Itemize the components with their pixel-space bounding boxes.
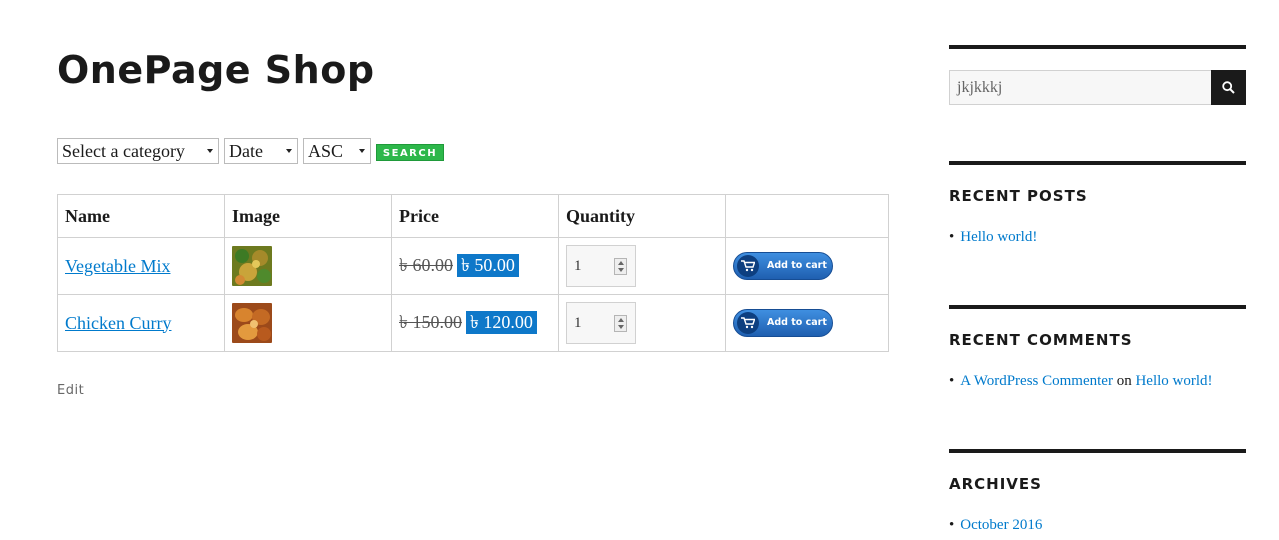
header-name: Name [57, 194, 225, 238]
dropdown-arrow-icon [359, 149, 365, 153]
order-select[interactable]: ASC [303, 138, 371, 164]
widget-divider [949, 305, 1246, 309]
widget-divider [949, 45, 1246, 49]
quantity-value: 1 [574, 315, 582, 331]
recent-comments-title: RECENT COMMENTS [949, 331, 1133, 349]
add-to-cart-button[interactable]: Add to cart [733, 252, 833, 280]
order-select-value: ASC [308, 141, 344, 161]
number-spinner-icon[interactable] [614, 315, 627, 332]
recent-posts-list: Hello world! [949, 229, 1037, 246]
table-row: Chicken Curry ৳ 150.00 ৳ 120.00 1 Add to… [57, 294, 889, 352]
search-input[interactable]: jkjkkkj [949, 70, 1212, 105]
dropdown-arrow-icon [286, 149, 292, 153]
product-link[interactable]: Vegetable Mix [65, 256, 170, 276]
comment-post-link[interactable]: Hello world! [1135, 373, 1212, 389]
widget-divider [949, 449, 1246, 453]
recent-comments-list: A WordPress Commenter on Hello world! [949, 373, 1212, 390]
quantity-stepper[interactable]: 1 [566, 245, 636, 287]
header-price: Price [391, 194, 559, 238]
recent-posts-title: RECENT POSTS [949, 187, 1088, 205]
search-submit-button[interactable] [1211, 70, 1246, 105]
sale-price: ৳ 50.00 [456, 253, 519, 277]
table-header-row: Name Image Price Quantity [57, 194, 889, 238]
add-to-cart-button[interactable]: Add to cart [733, 309, 833, 337]
orderby-select[interactable]: Date [224, 138, 298, 164]
widget-divider [949, 161, 1246, 165]
number-spinner-icon[interactable] [614, 258, 627, 275]
category-select[interactable]: Select a category [57, 138, 219, 164]
cart-icon [737, 312, 759, 334]
search-icon [1222, 81, 1235, 94]
shop-filters: Select a category Date ASC SEARCH [57, 137, 444, 165]
archives-list: October 2016 [949, 517, 1042, 534]
product-thumbnail[interactable] [232, 303, 272, 343]
cart-icon [737, 255, 759, 277]
dropdown-arrow-icon [207, 149, 213, 153]
page-title: OnePage Shop [57, 48, 375, 92]
quantity-stepper[interactable]: 1 [566, 302, 636, 344]
archives-title: ARCHIVES [949, 475, 1042, 493]
orderby-select-value: Date [229, 141, 263, 161]
add-to-cart-label: Add to cart [767, 317, 827, 328]
add-to-cart-label: Add to cart [767, 260, 827, 271]
quantity-value: 1 [574, 258, 582, 274]
sale-price: ৳ 120.00 [465, 310, 537, 334]
comment-author-link[interactable]: A WordPress Commenter [960, 373, 1113, 389]
category-select-value: Select a category [62, 141, 185, 161]
recent-post-link[interactable]: Hello world! [960, 229, 1037, 245]
product-link[interactable]: Chicken Curry [65, 313, 171, 333]
table-row: Vegetable Mix ৳ 60.00 ৳ 50.00 1 Add to c… [57, 237, 889, 295]
list-item: October 2016 [949, 517, 1042, 534]
header-actions [725, 194, 889, 238]
regular-price: ৳ 60.00 [399, 254, 453, 275]
sidebar-search: jkjkkkj [949, 70, 1246, 105]
product-thumbnail[interactable] [232, 246, 272, 286]
list-item: A WordPress Commenter on Hello world! [949, 373, 1212, 390]
products-table: Name Image Price Quantity Vegetable Mix [57, 194, 889, 352]
regular-price: ৳ 150.00 [399, 311, 462, 332]
list-item: Hello world! [949, 229, 1037, 246]
edit-link[interactable]: Edit [57, 383, 84, 398]
header-quantity: Quantity [558, 194, 726, 238]
comment-on-text: on [1116, 373, 1132, 389]
archive-link[interactable]: October 2016 [960, 517, 1042, 533]
header-image: Image [224, 194, 392, 238]
search-button[interactable]: SEARCH [376, 144, 444, 161]
